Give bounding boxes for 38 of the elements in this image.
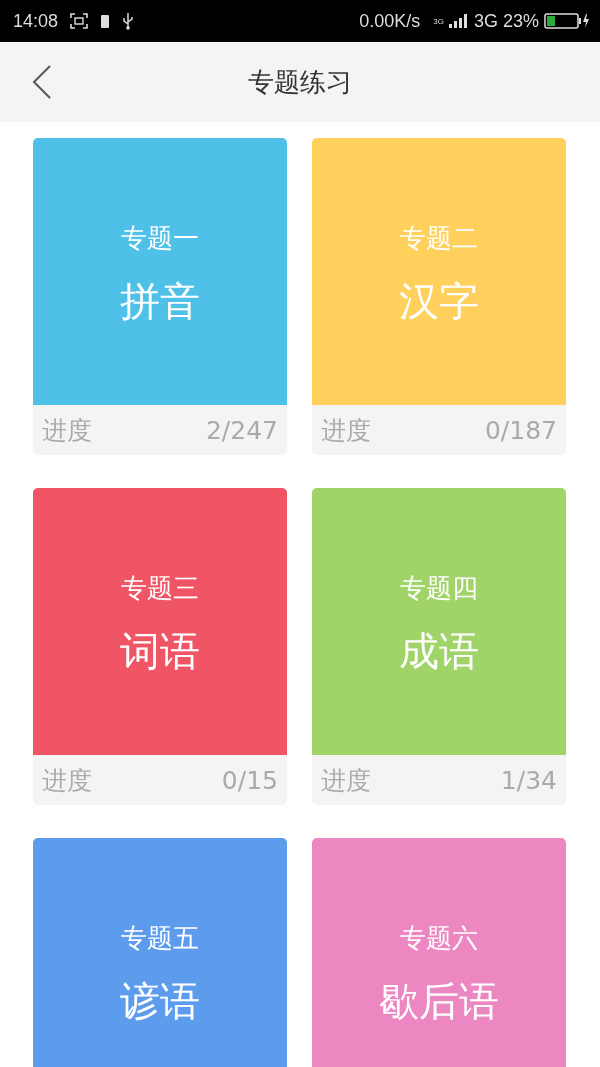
topic-name: 汉字: [399, 276, 479, 326]
topic-card[interactable]: 专题五 谚语: [33, 838, 287, 1067]
topic-card[interactable]: 专题四 成语 进度 1/34: [312, 488, 566, 805]
topic-number: 专题二: [400, 221, 478, 255]
topic-card[interactable]: 专题二 汉字 进度 0/187: [312, 138, 566, 455]
topic-name: 歇后语: [379, 976, 499, 1026]
topic-number: 专题六: [400, 921, 478, 955]
signal-icon: [448, 14, 469, 28]
progress-count: 1/34: [500, 765, 557, 795]
topic-name: 拼音: [120, 276, 200, 326]
topic-card[interactable]: 专题六 歇后语: [312, 838, 566, 1067]
network-type: 3G: [473, 10, 498, 32]
battery-charging-icon: [544, 13, 590, 29]
back-icon[interactable]: [32, 65, 52, 99]
topic-number: 专题五: [121, 921, 199, 955]
clock: 14:08: [13, 10, 59, 32]
topic-card[interactable]: 专题三 词语 进度 0/15: [33, 488, 287, 805]
progress-label: 进度: [42, 414, 92, 447]
topic-number: 专题一: [121, 221, 199, 255]
battery-percent: 23%: [502, 10, 539, 32]
topic-name: 成语: [399, 626, 479, 676]
usb-icon: [122, 12, 135, 30]
topic-number: 专题三: [121, 571, 199, 605]
page-title: 专题练习: [248, 65, 352, 99]
topic-number: 专题四: [400, 571, 478, 605]
network-speed: 0.00K/s: [359, 10, 421, 32]
battery-saver-icon: [100, 13, 111, 29]
progress-count: 0/187: [484, 415, 557, 445]
progress-label: 进度: [321, 764, 371, 797]
progress-label: 进度: [42, 764, 92, 797]
network-type: 3G: [433, 16, 444, 26]
progress-label: 进度: [321, 414, 371, 447]
topic-card[interactable]: 专题一 拼音 进度 2/247: [33, 138, 287, 455]
progress-count: 0/15: [221, 765, 278, 795]
progress-count: 2/247: [205, 415, 278, 445]
topic-name: 谚语: [120, 976, 200, 1026]
screenshot-icon: [70, 13, 89, 29]
topic-name: 词语: [120, 626, 200, 676]
